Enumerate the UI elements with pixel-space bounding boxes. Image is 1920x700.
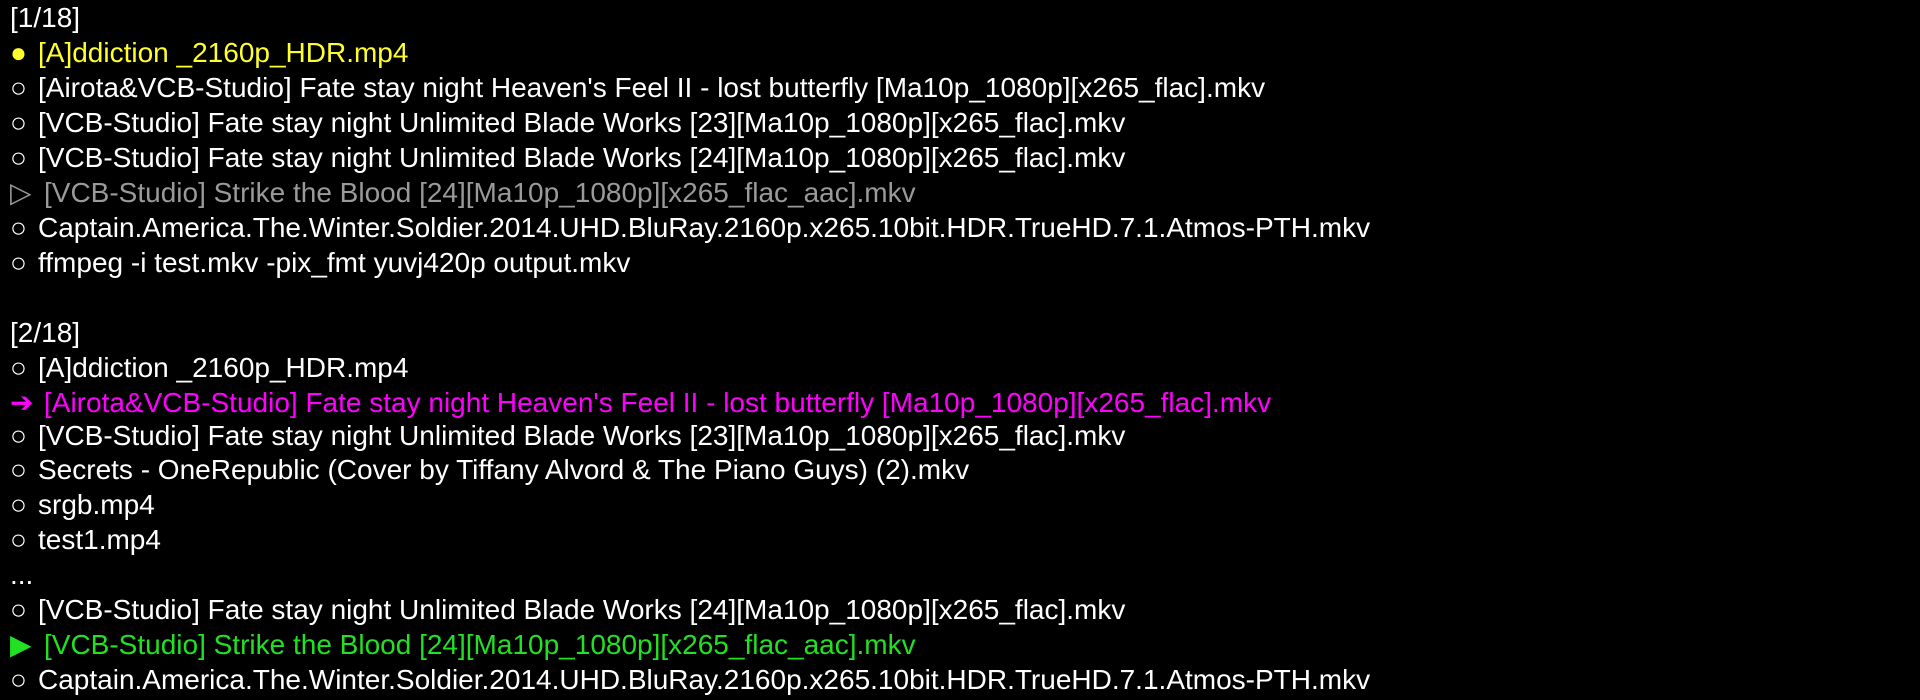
playlist-item-filename: [VCB-Studio] Strike the Blood [24][Ma10p… [44,629,916,660]
hollow-triangle-icon: ▷ [10,177,32,208]
playlist-item[interactable]: ○ test1.mp4 [10,522,1910,557]
playlist-item[interactable]: ○ ffmpeg -i test.mkv -pix_fmt yuvj420p ou… [10,245,1910,280]
playlist-item[interactable]: ○ srgb.mp4 [10,487,1910,522]
playlist-item[interactable]: ○ Captain.America.The.Winter.Soldier.2014… [10,662,1910,697]
playlist-ellipsis: ... [10,559,34,590]
playlist-position-header: [2/18] [10,317,81,348]
playlist-item-filename: Secrets - OneRepublic (Cover by Tiffany … [38,454,970,485]
playlist-item-dim[interactable]: ▷ [VCB-Studio] Strike the Blood [24][Ma10… [10,175,1910,210]
playlist-item-filename: Captain.America.The.Winter.Soldier.2014.… [38,664,1371,695]
hollow-circle-icon: ○ [10,420,27,451]
filled-triangle-icon: ▶ [10,629,32,660]
playlist-item[interactable]: ○ [VCB-Studio] Fate stay night Unlimited … [10,140,1910,175]
hollow-circle-icon: ○ [10,142,27,173]
playlist-item[interactable]: ○ [A]ddiction _2160p_HDR.mp4 [10,350,1910,385]
playlist-item-filename: [VCB-Studio] Fate stay night Unlimited B… [38,107,1126,138]
playlist-osd: [1/18] ● [A]ddiction _2160p_HDR.mp4 ○ [Airo… [10,0,1910,697]
playlist-2-items-middle: ○ Secrets - OneRepublic (Cover by Tiffany… [10,452,1910,557]
playlist-item-filename: [Airota&VCB-Studio] Fate stay night Heav… [44,387,1272,418]
playlist-item-filename: test1.mp4 [38,524,161,555]
playlist-item-filename: [VCB-Studio] Fate stay night Unlimited B… [38,420,1126,451]
playlist-item-filename: [VCB-Studio] Strike the Blood [24][Ma10p… [44,177,916,208]
playlist-item[interactable]: ○ [VCB-Studio] Fate stay night Unlimited … [10,420,1910,452]
hollow-circle-icon: ○ [10,524,27,555]
playlist-item-filename: srgb.mp4 [38,489,155,520]
playlist-2-items-top: ○ [A]ddiction _2160p_HDR.mp4 ➔ [Airota&VCB-… [10,350,1910,452]
playlist-item-filename: [VCB-Studio] Fate stay night Unlimited B… [38,142,1126,173]
hollow-circle-icon: ○ [10,454,27,485]
playlist-position-header: [1/18] [10,2,81,33]
playlist-item[interactable]: ○ Captain.America.The.Winter.Soldier.2014… [10,210,1910,245]
hollow-circle-icon: ○ [10,594,27,625]
playlist-2-items-bottom: ○ [VCB-Studio] Fate stay night Unlimited … [10,592,1910,697]
playlist-1-items: ● [A]ddiction _2160p_HDR.mp4 ○ [Airota&VCB-… [10,35,1910,280]
playlist-item-filename: [A]ddiction _2160p_HDR.mp4 [38,37,409,68]
playlist-item-selected[interactable]: ➔ [Airota&VCB-Studio] Fate stay night Hea… [10,385,1910,420]
playlist-item-filename: Captain.America.The.Winter.Soldier.2014.… [38,212,1371,243]
playlist-item[interactable]: ○ [VCB-Studio] Fate stay night Unlimited … [10,105,1910,140]
playlist-item-filename: [VCB-Studio] Fate stay night Unlimited B… [38,594,1126,625]
playlist-item[interactable]: ○ [VCB-Studio] Fate stay night Unlimited … [10,592,1910,627]
hollow-circle-icon: ○ [10,664,27,695]
playlist-item-filename: ffmpeg -i test.mkv -pix_fmt yuvj420p out… [38,247,631,278]
hollow-circle-icon: ○ [10,212,27,243]
hollow-circle-icon: ○ [10,247,27,278]
playlist-item-filename: [A]ddiction _2160p_HDR.mp4 [38,352,409,383]
hollow-circle-icon: ○ [10,107,27,138]
right-arrow-icon: ➔ [10,387,34,418]
playlist-item-playing[interactable]: ▶ [VCB-Studio] Strike the Blood [24][Ma10… [10,627,1910,662]
hollow-circle-icon: ○ [10,489,27,520]
hollow-circle-icon: ○ [10,352,27,383]
playlist-item-current[interactable]: ● [A]ddiction _2160p_HDR.mp4 [10,35,1910,70]
playlist-item-filename: [Airota&VCB-Studio] Fate stay night Heav… [38,72,1266,103]
playlist-item[interactable]: ○ Secrets - OneRepublic (Cover by Tiffany… [10,452,1910,487]
hollow-circle-icon: ○ [10,72,27,103]
playlist-item[interactable]: ○ [Airota&VCB-Studio] Fate stay night Hea… [10,70,1910,105]
filled-circle-icon: ● [10,37,27,68]
